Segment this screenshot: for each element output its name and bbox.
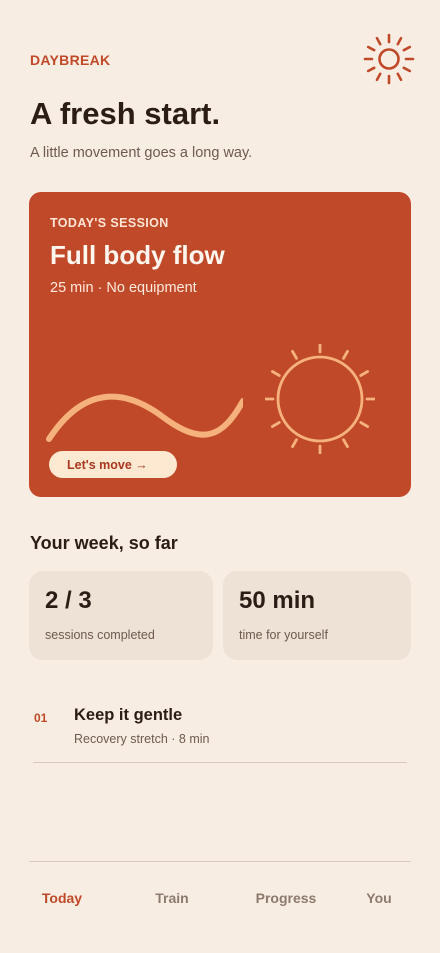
- bottom-tab-bar: Today Train Progress You: [29, 861, 411, 922]
- session-meta: 25 min · No equipment: [50, 280, 197, 296]
- wave-illustration: [46, 393, 243, 442]
- tab-today[interactable]: Today: [42, 890, 82, 906]
- stat-value: 50 min: [239, 587, 316, 614]
- lets-move-button[interactable]: Let's move →: [49, 451, 177, 478]
- todays-session-card[interactable]: TODAY'S SESSION Full body flow 25 min · …: [29, 192, 411, 497]
- stat-value: 2 / 3: [45, 587, 92, 614]
- session-title: Full body flow: [50, 240, 225, 270]
- page-title: A fresh start.: [30, 96, 221, 131]
- stat-label: sessions completed: [45, 628, 155, 642]
- list-item-meta: Recovery stretch · 8 min: [74, 732, 210, 746]
- list-item[interactable]: 01 Keep it gentle Recovery stretch · 8 m…: [33, 700, 407, 763]
- brand-name: DAYBREAK: [30, 52, 111, 68]
- tab-progress[interactable]: Progress: [256, 890, 317, 906]
- time-stat-card: 50 min time for yourself: [223, 571, 411, 660]
- list-item-number: 01: [34, 711, 48, 725]
- sun-icon: [265, 344, 375, 454]
- tab-train[interactable]: Train: [155, 890, 188, 906]
- page-subtitle: A little movement goes a long way.: [30, 145, 253, 161]
- app-header: DAYBREAK: [30, 33, 416, 85]
- stat-label: time for yourself: [239, 628, 328, 642]
- sessions-stat-card: 2 / 3 sessions completed: [29, 571, 213, 660]
- week-section-title: Your week, so far: [30, 533, 178, 553]
- session-kicker: TODAY'S SESSION: [50, 216, 169, 230]
- sun-icon: [363, 33, 415, 85]
- tab-you[interactable]: You: [366, 890, 391, 906]
- list-item-title: Keep it gentle: [74, 706, 183, 724]
